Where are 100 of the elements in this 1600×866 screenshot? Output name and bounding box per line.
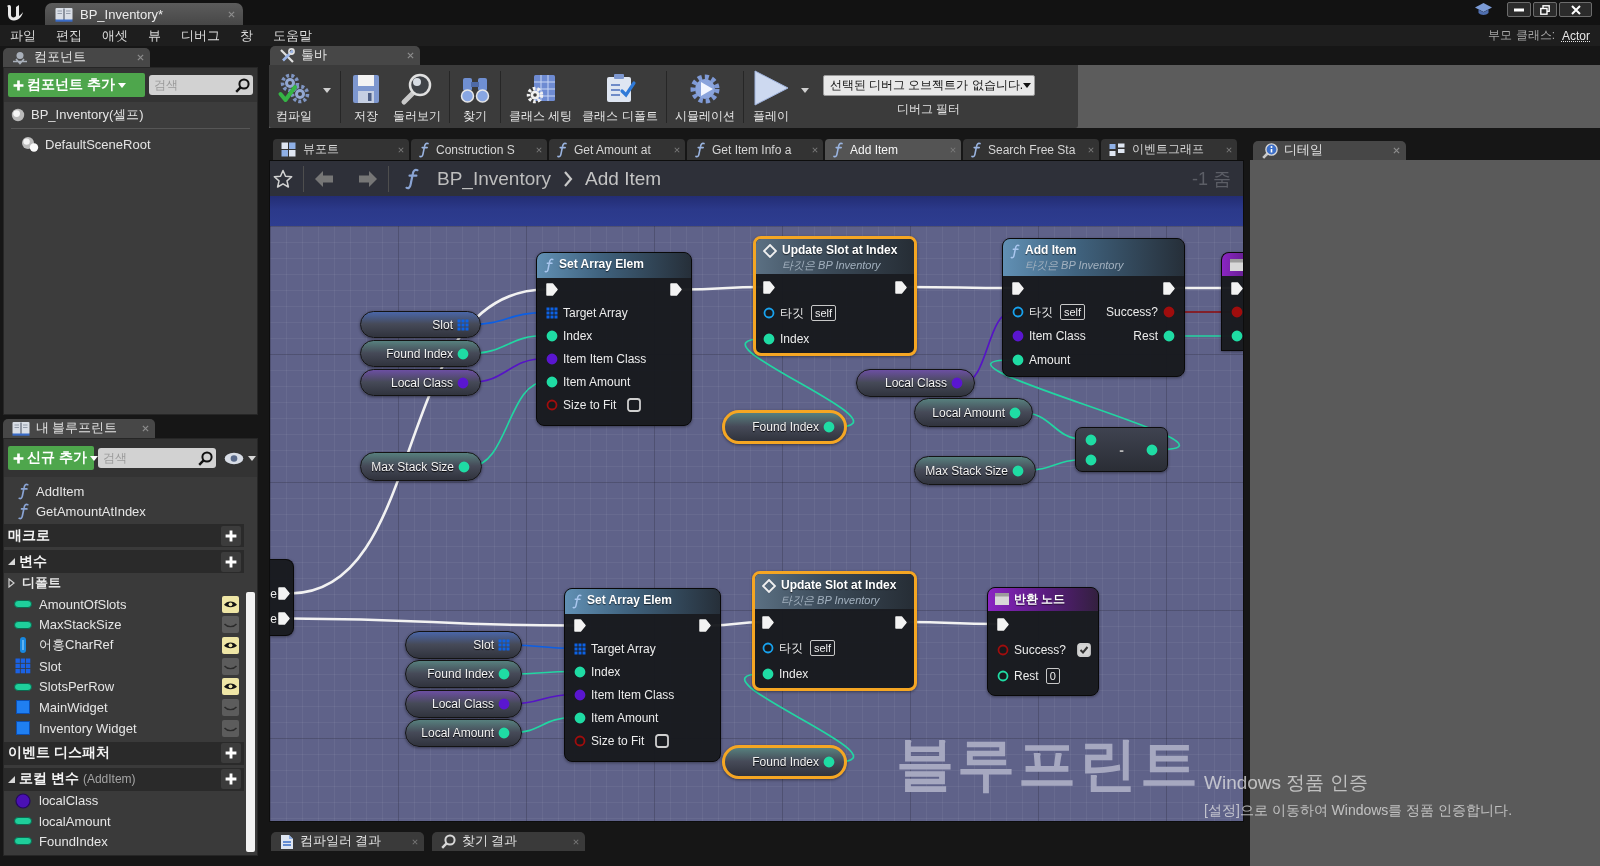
arrow-pin-icon[interactable]	[278, 612, 290, 625]
dot-pin-icon[interactable]	[546, 352, 558, 365]
restore-button[interactable]	[1533, 2, 1557, 17]
search-button[interactable]	[195, 448, 216, 468]
save-button[interactable]: 저장	[344, 67, 388, 126]
document-tab[interactable]: 이벤트그래프	[1101, 139, 1237, 160]
dot-pin-icon[interactable]	[498, 727, 510, 739]
collapsed-triangle-icon[interactable]	[8, 578, 15, 589]
tree-item[interactable]: BP_Inventory(셀프)	[9, 102, 252, 128]
variable-name[interactable]: AmountOfSlots	[39, 596, 127, 612]
star-icon[interactable]	[273, 168, 293, 189]
menu-item[interactable]: 창	[240, 26, 253, 45]
document-tab[interactable]: Add Item	[825, 139, 961, 160]
class-settings-button[interactable]: 클래스 세팅	[504, 67, 578, 126]
dot-pin-icon[interactable]	[546, 329, 558, 342]
panel-tab[interactable]: 컴파일러 결과	[271, 832, 424, 851]
close-icon[interactable]	[674, 146, 680, 153]
dot-pin-icon[interactable]	[951, 377, 963, 389]
ring-pin-icon[interactable]	[762, 642, 774, 654]
close-icon[interactable]	[407, 52, 414, 59]
arrow-pin-icon[interactable]	[670, 283, 682, 296]
menu-item[interactable]: 파일	[10, 26, 36, 45]
document-tab[interactable]: BP_Inventory*	[45, 3, 243, 25]
back-arrow-icon[interactable]	[314, 169, 334, 188]
arrow-pin-icon[interactable]	[699, 619, 711, 632]
eye-icon[interactable]	[222, 678, 239, 696]
add-button[interactable]	[221, 551, 241, 572]
ring-pin-icon[interactable]	[763, 307, 775, 319]
variable-node[interactable]: Found Index	[722, 410, 847, 444]
dot-pin-icon[interactable]	[1231, 330, 1243, 342]
add-button[interactable]	[221, 743, 241, 763]
function-name[interactable]: GetAmountAtIndex	[36, 503, 146, 519]
debug-filter-dropdown[interactable]: 선택된 디버그 오브젝트가 없습니다.	[822, 75, 1035, 96]
variable-name[interactable]: 어흥CharRef	[39, 636, 114, 655]
grid-pin-icon[interactable]	[574, 642, 586, 655]
dot-pin-icon[interactable]	[823, 421, 835, 433]
expanded-triangle-icon[interactable]	[8, 558, 15, 565]
eye-icon[interactable]	[222, 595, 239, 613]
forward-arrow-icon[interactable]	[358, 169, 378, 188]
variable-node[interactable]: Found Index	[722, 745, 847, 779]
simulate-button[interactable]: 시뮬레이션	[669, 67, 740, 126]
minimize-button[interactable]	[1507, 2, 1531, 17]
search-field[interactable]: 검색	[149, 75, 232, 95]
browse-button[interactable]: 둘러보기	[388, 67, 446, 126]
variable-node[interactable]: Local Amount	[405, 719, 522, 747]
panel-tab[interactable]: 디테일	[1253, 141, 1406, 160]
arrow-pin-icon[interactable]	[762, 615, 774, 629]
function-name[interactable]: AddItem	[36, 483, 85, 499]
arrow-pin-icon[interactable]	[895, 615, 907, 629]
message-node[interactable]: Update Slot at Index 타깃은 BP Inventory 타깃 self Index	[753, 236, 917, 356]
variable-node[interactable]: Slot	[405, 631, 522, 659]
menu-item[interactable]: 뷰	[148, 26, 161, 45]
tree-item[interactable]: DefaultSceneRoot	[9, 131, 252, 157]
variable-name[interactable]: SlotsPerRow	[39, 679, 115, 695]
search-button[interactable]	[232, 75, 253, 95]
close-icon[interactable]	[1393, 147, 1400, 154]
dot-pin-icon[interactable]	[1146, 443, 1158, 456]
default-value-field[interactable]: self	[1060, 304, 1086, 320]
category-name[interactable]: 디폴트	[22, 574, 61, 593]
arrow-pin-icon[interactable]	[1163, 281, 1175, 295]
arrow-pin-icon[interactable]	[574, 619, 586, 632]
checkbox[interactable]	[627, 397, 642, 412]
menu-item[interactable]: 디버그	[181, 26, 220, 45]
variable-node[interactable]: Slot	[360, 311, 481, 338]
dot-pin-icon[interactable]	[1009, 406, 1021, 419]
panel-tab[interactable]: 찾기 결과	[432, 832, 585, 851]
variable-name[interactable]: Inventory Widget	[39, 720, 137, 736]
close-button[interactable]	[1559, 2, 1592, 17]
parent-class-link[interactable]: Actor	[1562, 28, 1590, 43]
close-icon[interactable]	[142, 425, 149, 432]
variable-node[interactable]: Local Class	[856, 369, 975, 397]
function-node[interactable]: Add Item 타깃은 BP Inventory 타깃 self Success? Item Class Rest Amount	[1002, 238, 1185, 377]
panel-tab[interactable]: 툴바	[270, 46, 420, 65]
ring-pin-icon[interactable]	[997, 670, 1009, 682]
arrow-pin-icon[interactable]	[278, 587, 290, 600]
document-tab[interactable]: Get Item Info a	[687, 139, 823, 160]
breadcrumb-link[interactable]: BP_Inventory	[437, 167, 552, 190]
default-value-field[interactable]: self	[811, 305, 837, 321]
variable-name[interactable]: MainWidget	[39, 699, 108, 715]
checkbox[interactable]	[1077, 643, 1092, 657]
variable-node[interactable]: Max Stack Size	[914, 456, 1036, 485]
variable-node[interactable]: Found Index	[360, 340, 481, 367]
play-button[interactable]: 플레이	[746, 67, 795, 126]
default-value-field[interactable]: 0	[1045, 668, 1060, 684]
expanded-triangle-icon[interactable]	[8, 775, 15, 783]
dot-pin-icon[interactable]	[763, 333, 775, 345]
checkbox[interactable]	[655, 733, 670, 748]
arrow-pin-icon[interactable]	[1231, 281, 1243, 295]
close-icon[interactable]	[536, 146, 542, 153]
arrow-pin-icon[interactable]	[763, 280, 775, 294]
ring-pin-icon[interactable]	[1012, 306, 1024, 318]
class-defaults-button[interactable]: 클래스 디폴트	[577, 67, 663, 126]
variable-name[interactable]: Slot	[39, 658, 62, 674]
close-icon[interactable]	[137, 54, 144, 61]
variable-name[interactable]: FoundIndex	[39, 833, 108, 849]
dot-pin-icon[interactable]	[574, 665, 586, 678]
caret-down-icon[interactable]	[323, 88, 331, 93]
arrow-pin-icon[interactable]	[997, 617, 1009, 631]
close-icon[interactable]	[398, 146, 404, 153]
add-button[interactable]	[221, 769, 241, 789]
